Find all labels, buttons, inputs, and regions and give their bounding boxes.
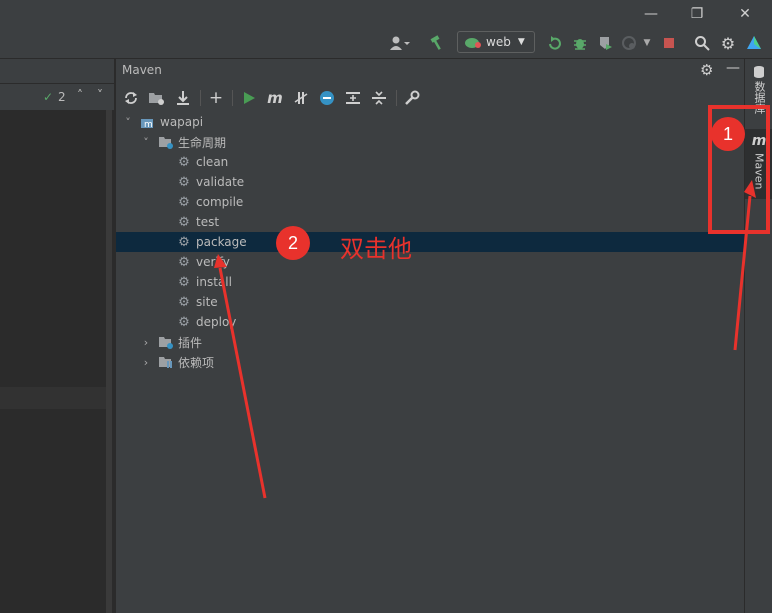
search-icon[interactable] xyxy=(691,32,713,54)
lifecycle-goal-install[interactable]: ⚙ install xyxy=(116,272,744,292)
plugins-label: 插件 xyxy=(178,335,203,350)
close-icon[interactable]: ✕ xyxy=(722,0,768,28)
skip-tests-icon[interactable] xyxy=(316,87,338,109)
show-dependencies-icon[interactable] xyxy=(342,87,364,109)
chevron-right-icon[interactable]: › xyxy=(140,336,152,349)
editor-area xyxy=(0,59,114,613)
chevron-down-icon[interactable]: ˅ xyxy=(122,116,134,129)
instruction-text: 双击他 xyxy=(340,235,412,263)
panel-settings-icon[interactable]: ⚙ xyxy=(700,61,713,79)
gear-icon: ⚙ xyxy=(178,294,190,310)
tree-lifecycle-node[interactable]: ˅ 生命周期 xyxy=(116,132,744,152)
lifecycle-goal-label: install xyxy=(196,275,232,289)
run-icon[interactable] xyxy=(238,87,260,109)
tree-plugins-node[interactable]: › 插件 xyxy=(116,332,744,352)
lifecycle-goal-label: site xyxy=(196,295,218,309)
lifecycle-goal-clean[interactable]: ⚙ clean xyxy=(116,152,744,172)
minimize-icon[interactable]: — xyxy=(628,0,674,28)
gear-icon: ⚙ xyxy=(178,174,190,190)
user-icon[interactable] xyxy=(386,32,414,54)
title-bar: — ❐ ✕ xyxy=(0,0,772,28)
lifecycle-goal-label: package xyxy=(196,235,247,249)
lifecycle-goal-label: verify xyxy=(196,255,230,269)
reload-icon[interactable] xyxy=(120,87,142,109)
lifecycle-goal-deploy[interactable]: ⚙ deploy xyxy=(116,312,744,332)
gear-icon: ⚙ xyxy=(178,314,190,330)
lifecycle-folder-icon xyxy=(158,135,174,149)
main-toolbar: web ▼ ▼ ⚙ xyxy=(0,28,772,59)
web-config-icon xyxy=(465,38,481,48)
project-name: wapapi xyxy=(160,115,204,129)
chevron-down-icon: ▼ xyxy=(517,37,525,47)
lifecycle-goal-compile[interactable]: ⚙ compile xyxy=(116,192,744,212)
toolbar-divider xyxy=(232,90,233,106)
plugins-folder-icon xyxy=(158,335,174,349)
maven-panel: Maven ⚙ — + m ˅ m wapapi ˅ 生命周期 ⚙ clean … xyxy=(115,59,744,613)
gear-icon: ⚙ xyxy=(178,254,190,270)
lifecycle-goal-label: validate xyxy=(196,175,245,189)
gear-icon: ⚙ xyxy=(178,154,190,170)
tree-dependencies-node[interactable]: › 依赖项 xyxy=(116,352,744,372)
editor-inspection-bar: ✓ 2 ˄ ˅ xyxy=(0,84,114,110)
toolbar-divider xyxy=(396,90,397,106)
settings-icon[interactable]: ⚙ xyxy=(717,32,739,54)
lifecycle-goal-label: deploy xyxy=(196,315,237,329)
maven-toolbar: + m xyxy=(116,85,744,111)
editor-tab-bar xyxy=(0,59,114,83)
restore-icon[interactable]: ❐ xyxy=(674,0,720,28)
lifecycle-goal-label: compile xyxy=(196,195,244,209)
stop-icon[interactable] xyxy=(659,32,679,54)
rerun-icon[interactable] xyxy=(544,32,566,54)
maven-panel-title: Maven xyxy=(122,63,162,77)
dependencies-folder-icon xyxy=(158,355,174,369)
maven-project-icon: m xyxy=(140,115,156,129)
toggle-offline-icon[interactable] xyxy=(290,87,312,109)
step-badge-1: 1 xyxy=(711,117,745,151)
editor-scrollbar[interactable] xyxy=(106,109,112,613)
coverage-icon[interactable] xyxy=(594,32,616,54)
plus-icon[interactable]: + xyxy=(205,87,227,109)
lifecycle-goal-site[interactable]: ⚙ site xyxy=(116,292,744,312)
tree-project-node[interactable]: ˅ m wapapi xyxy=(116,112,744,132)
run-config-label: web xyxy=(486,35,511,49)
lifecycle-goal-label: clean xyxy=(196,155,229,169)
collapse-icon[interactable] xyxy=(368,87,390,109)
lifecycle-goal-validate[interactable]: ⚙ validate xyxy=(116,172,744,192)
dependencies-label: 依赖项 xyxy=(178,355,215,370)
chevron-up-icon[interactable]: ˄ xyxy=(77,88,83,102)
download-icon[interactable] xyxy=(172,87,194,109)
chevron-right-icon[interactable]: › xyxy=(140,356,152,369)
database-icon xyxy=(754,66,764,78)
lifecycle-goal-test[interactable]: ⚙ test xyxy=(116,212,744,232)
editor-line-highlight xyxy=(0,387,108,409)
hide-panel-icon[interactable]: — xyxy=(726,60,740,76)
gear-icon: ⚙ xyxy=(178,214,190,230)
debug-icon[interactable] xyxy=(569,32,591,54)
run-config-select[interactable]: web ▼ xyxy=(457,31,535,53)
problems-count[interactable]: 2 xyxy=(58,90,66,104)
maven-panel-header: Maven ⚙ — xyxy=(116,59,744,83)
add-folder-icon[interactable] xyxy=(146,87,168,109)
profile-icon[interactable] xyxy=(618,32,640,54)
check-icon: ✓ xyxy=(43,90,54,104)
gear-icon: ⚙ xyxy=(178,274,190,290)
lifecycle-goal-label: test xyxy=(196,215,220,229)
svg-text:m: m xyxy=(144,120,153,129)
lifecycle-goal-verify[interactable]: ⚙ verify xyxy=(116,252,744,272)
lifecycle-label: 生命周期 xyxy=(178,135,227,150)
step-badge-2: 2 xyxy=(276,226,310,260)
chevron-down-icon[interactable]: ˅ xyxy=(140,136,152,149)
lifecycle-goal-package[interactable]: ⚙ package xyxy=(116,232,744,252)
chevron-down-icon[interactable]: ˅ xyxy=(97,88,103,102)
gear-icon: ⚙ xyxy=(178,234,190,250)
build-hammer-icon[interactable] xyxy=(426,32,448,54)
tool-settings-icon[interactable] xyxy=(401,87,423,109)
maven-m-icon[interactable]: m xyxy=(264,87,286,109)
chevron-down-icon[interactable]: ▼ xyxy=(640,32,654,54)
gear-icon: ⚙ xyxy=(178,194,190,210)
toolbar-divider xyxy=(200,90,201,106)
toolbox-icon[interactable] xyxy=(743,32,765,54)
